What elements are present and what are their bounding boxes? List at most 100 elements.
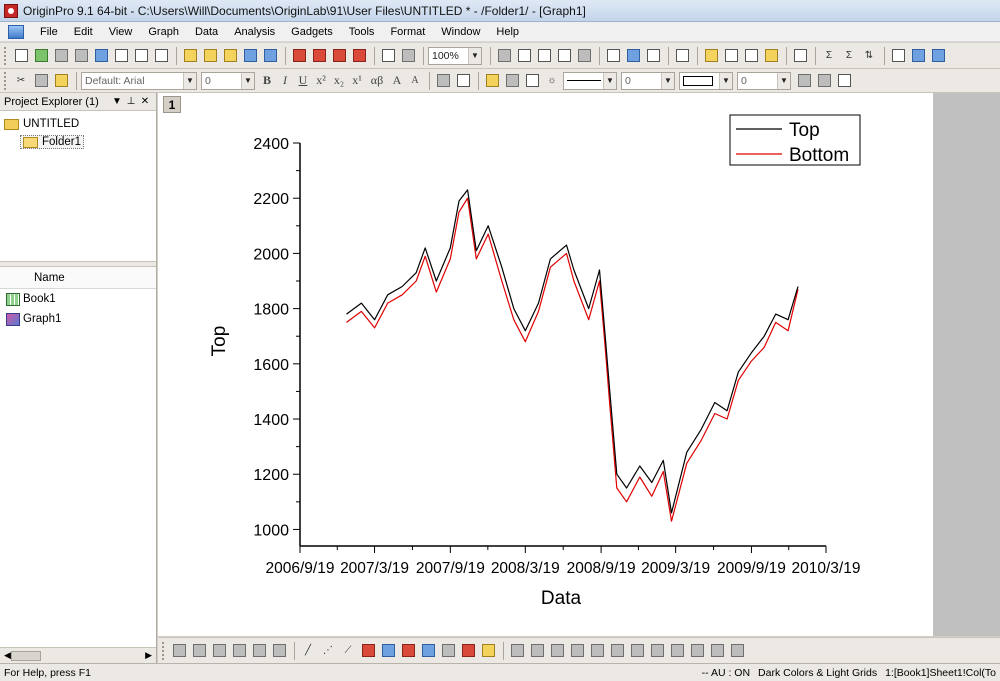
open-excel-button[interactable]: [221, 47, 239, 65]
slideshow-button[interactable]: [555, 47, 573, 65]
new-workbook-button[interactable]: [32, 47, 50, 65]
copy-page-button[interactable]: [515, 47, 533, 65]
refresh-button[interactable]: [399, 47, 417, 65]
toolbar-grip[interactable]: [4, 46, 8, 65]
new-function-button[interactable]: [112, 47, 130, 65]
name-column-header[interactable]: Name: [34, 272, 65, 284]
bar-style-button[interactable]: [815, 72, 833, 90]
tool-k-button[interactable]: [708, 642, 726, 660]
text-color-button[interactable]: [454, 72, 472, 90]
zoom-select[interactable]: 100% ▼: [428, 46, 482, 65]
sum-button[interactable]: Σ: [840, 47, 858, 65]
new-layout-button[interactable]: [132, 47, 150, 65]
export-button[interactable]: [535, 47, 553, 65]
plot-line-symbol-button[interactable]: ⟋: [339, 642, 357, 660]
line-chart[interactable]: 1000 1200 1400 1600 1800 2000 2200 2400 2006/9/1…: [158, 93, 933, 636]
pattern-size-select[interactable]: 0 ▼: [737, 71, 791, 90]
menu-help[interactable]: Help: [488, 22, 527, 42]
menu-file[interactable]: File: [32, 22, 66, 42]
underline-button[interactable]: U: [295, 72, 311, 90]
tool-b-button[interactable]: [528, 642, 546, 660]
line-style-select[interactable]: ▼: [563, 71, 617, 90]
plot-polar-button[interactable]: [419, 642, 437, 660]
new-notes-button[interactable]: [152, 47, 170, 65]
import-multiple-button[interactable]: [310, 47, 328, 65]
import-wizard-button[interactable]: [350, 47, 368, 65]
new-project-button[interactable]: [12, 47, 30, 65]
graph-preview-button[interactable]: [702, 47, 720, 65]
text-align-button[interactable]: [434, 72, 452, 90]
graph-window[interactable]: 1000 1200 1400 1600 1800 2000 2200 2400 2006/9/1…: [158, 93, 1000, 636]
menu-analysis[interactable]: Analysis: [226, 22, 283, 42]
tool-e-button[interactable]: [588, 642, 606, 660]
tool-f-button[interactable]: [608, 642, 626, 660]
open-button[interactable]: [181, 47, 199, 65]
set-values-button[interactable]: [889, 47, 907, 65]
pin-icon[interactable]: ⊥: [124, 96, 138, 107]
close-icon[interactable]: ✕: [138, 96, 152, 107]
line-color-button[interactable]: [523, 72, 541, 90]
bold-button[interactable]: B: [259, 72, 275, 90]
plot-radar-button[interactable]: [439, 642, 457, 660]
tool-h-button[interactable]: [648, 642, 666, 660]
plot-column-button[interactable]: [359, 642, 377, 660]
open-template-button[interactable]: [201, 47, 219, 65]
light-button[interactable]: ☼: [543, 72, 561, 90]
movie-button[interactable]: [575, 47, 593, 65]
settings-button[interactable]: [762, 47, 780, 65]
menu-edit[interactable]: Edit: [66, 22, 101, 42]
hatch-button[interactable]: [795, 72, 813, 90]
tree-node-folder1[interactable]: Folder1: [0, 133, 156, 151]
pattern-button[interactable]: [503, 72, 521, 90]
paste-button[interactable]: [52, 72, 70, 90]
italic-button[interactable]: I: [277, 72, 293, 90]
plot-line-button[interactable]: ╱: [299, 642, 317, 660]
menu-data[interactable]: Data: [187, 22, 226, 42]
plot-contour-button[interactable]: [379, 642, 397, 660]
new-matrix-button[interactable]: [72, 47, 90, 65]
command-window-button[interactable]: [644, 47, 662, 65]
font-select[interactable]: Default: Arial ▼: [81, 71, 197, 90]
column-plot-button[interactable]: [909, 47, 927, 65]
code-builder-button[interactable]: [604, 47, 622, 65]
decrease-font-button[interactable]: A: [407, 72, 423, 90]
plot-stock-button[interactable]: [459, 642, 477, 660]
supsub-button[interactable]: x¹: [349, 72, 365, 90]
copy-button[interactable]: [32, 72, 50, 90]
grid-style-button[interactable]: [835, 72, 853, 90]
layer-tab[interactable]: 1: [163, 96, 181, 113]
toolbar-grip[interactable]: [162, 641, 166, 660]
workbook-view-button[interactable]: [722, 47, 740, 65]
increase-font-button[interactable]: A: [389, 72, 405, 90]
tool-pointer-button[interactable]: [170, 642, 188, 660]
results-log-button[interactable]: [624, 47, 642, 65]
list-item-book1[interactable]: Book1: [0, 289, 156, 309]
border-style-select[interactable]: ▼: [679, 71, 733, 90]
menu-format[interactable]: Format: [382, 22, 433, 42]
tool-3d-bars-button[interactable]: [210, 642, 228, 660]
sort-button[interactable]: ⇅: [860, 47, 878, 65]
toolbar-grip[interactable]: [4, 71, 8, 90]
plot-scatter-button[interactable]: ⋰: [319, 642, 337, 660]
import-ascii-button[interactable]: [330, 47, 348, 65]
tool-a-button[interactable]: [508, 642, 526, 660]
plot-template-button[interactable]: [479, 642, 497, 660]
tool-3d-button[interactable]: [190, 642, 208, 660]
statistics-button[interactable]: Σ: [820, 47, 838, 65]
new-graph-button[interactable]: [92, 47, 110, 65]
explorer-hscrollbar[interactable]: ◀ ▶: [0, 647, 156, 663]
tool-j-button[interactable]: [688, 642, 706, 660]
duplicate-button[interactable]: [379, 47, 397, 65]
import-button[interactable]: [290, 47, 308, 65]
scroll-thumb[interactable]: [10, 650, 41, 661]
project-explorer-button[interactable]: [673, 47, 691, 65]
cut-button[interactable]: ✂: [12, 72, 30, 90]
tool-ternary-button[interactable]: [270, 642, 288, 660]
scroll-right-icon[interactable]: ▶: [145, 650, 152, 661]
line-plot-button[interactable]: [929, 47, 947, 65]
menu-graph[interactable]: Graph: [140, 22, 187, 42]
tool-g-button[interactable]: [628, 642, 646, 660]
menu-tools[interactable]: Tools: [341, 22, 383, 42]
object-manager-button[interactable]: [742, 47, 760, 65]
add-column-button[interactable]: [791, 47, 809, 65]
